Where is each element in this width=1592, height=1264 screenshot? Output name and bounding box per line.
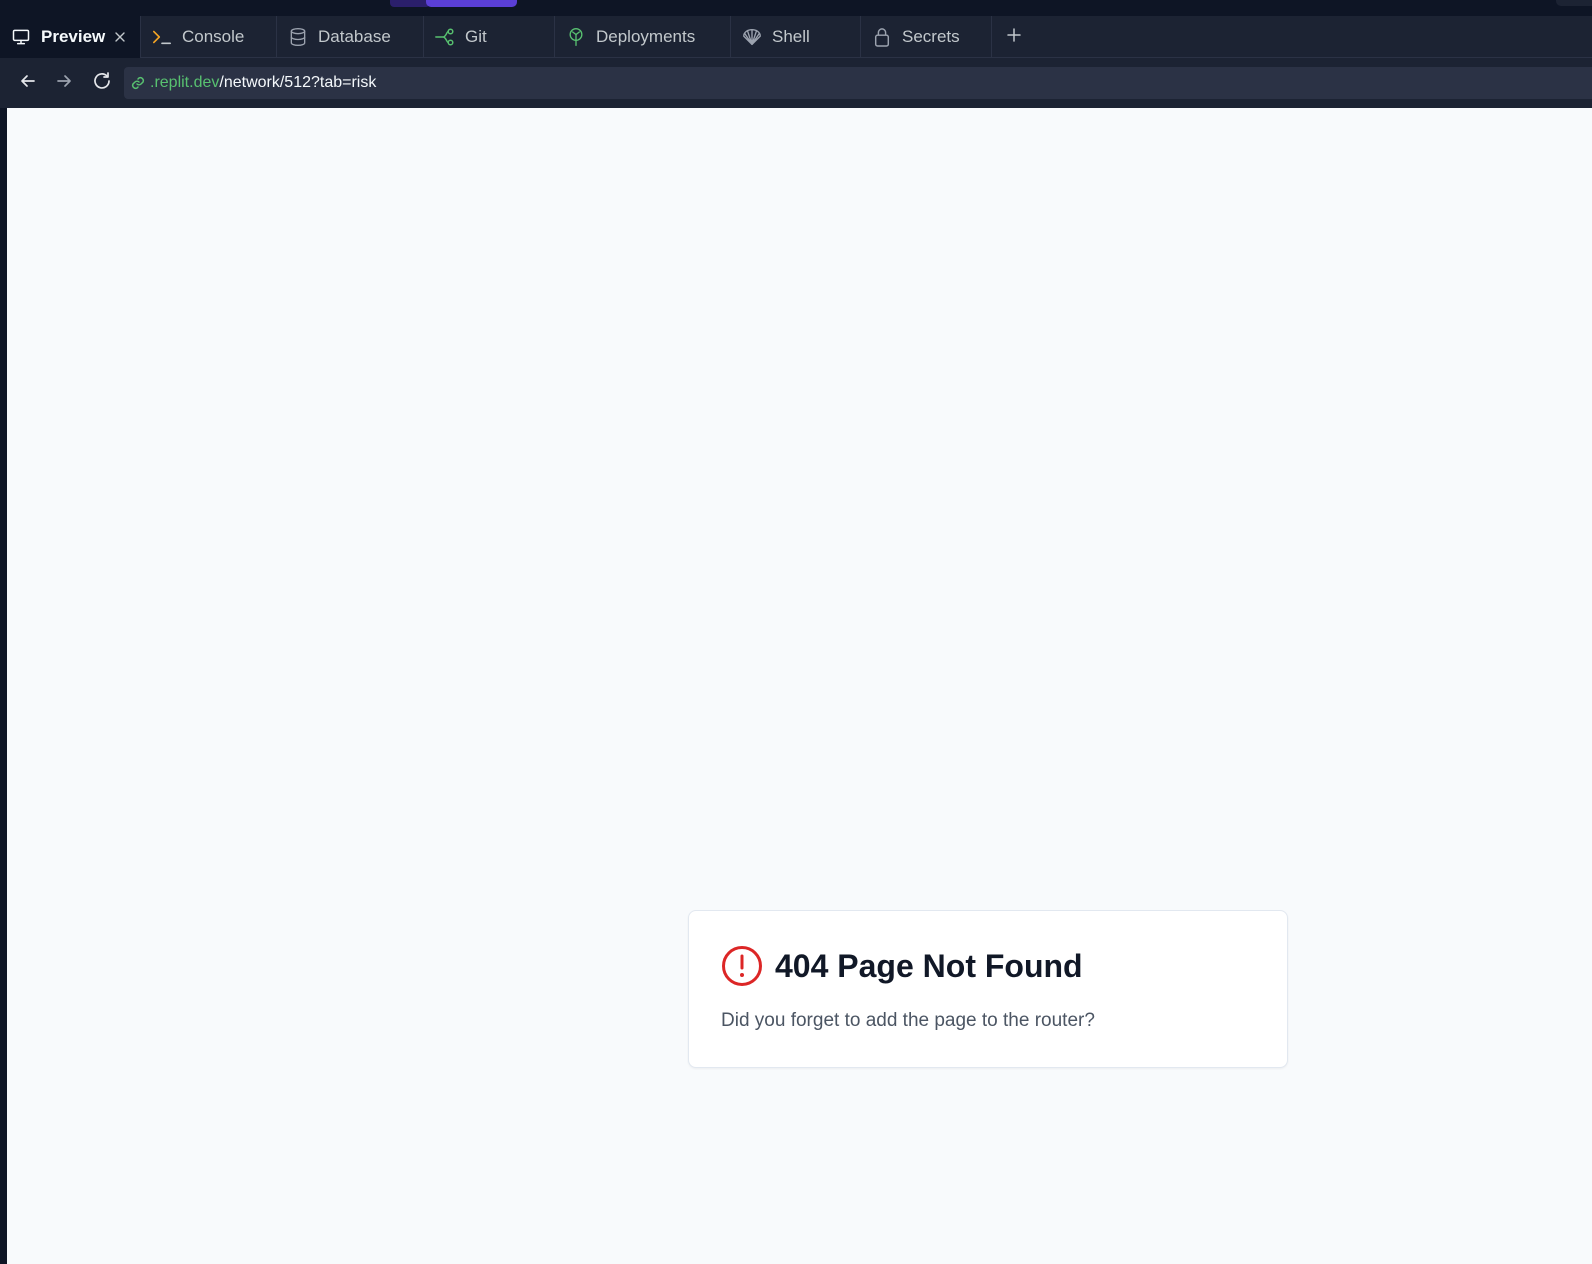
tab-console[interactable]: Console (141, 16, 277, 58)
link-icon (130, 75, 146, 91)
git-branch-icon (434, 26, 456, 48)
lock-icon (871, 26, 893, 48)
tab-shell[interactable]: Shell (731, 16, 861, 58)
arrow-right-icon (55, 72, 73, 95)
top-indicator-shadow (390, 0, 430, 7)
monitor-icon (10, 26, 32, 48)
preview-viewport: 404 Page Not Found Did you forget to add… (7, 108, 1592, 1264)
tab-label: Git (465, 27, 487, 46)
plus-icon (1006, 27, 1022, 48)
tab-deployments[interactable]: Deployments (555, 16, 731, 58)
url-host: .replit.dev (150, 74, 220, 91)
back-button[interactable] (10, 65, 46, 101)
top-indicator[interactable] (426, 0, 517, 7)
tab-label: Shell (772, 27, 810, 46)
deployments-icon (565, 26, 587, 48)
error-message: Did you forget to add the page to the ro… (721, 1010, 1095, 1031)
url-path: /network/512?tab=risk (219, 74, 377, 91)
terminal-icon (151, 26, 173, 48)
reload-button[interactable] (84, 65, 120, 101)
window-top-strip (0, 0, 1592, 16)
tab-label: Deployments (596, 27, 696, 46)
arrow-left-icon (19, 72, 37, 95)
tab-secrets[interactable]: Secrets (861, 16, 992, 58)
top-corner-control (1556, 0, 1592, 6)
tab-label: Secrets (902, 27, 960, 46)
tab-database[interactable]: Database (277, 16, 424, 58)
alert-circle-icon (721, 945, 763, 987)
database-icon (287, 26, 309, 48)
tab-label: Preview (41, 27, 106, 46)
reload-icon (92, 71, 112, 96)
not-found-card: 404 Page Not Found Did you forget to add… (688, 910, 1288, 1068)
error-title: 404 Page Not Found (775, 948, 1083, 984)
forward-button[interactable] (46, 65, 82, 101)
tab-label: Console (182, 27, 245, 46)
tab-preview[interactable]: Preview (0, 16, 141, 58)
add-tab-button[interactable] (992, 16, 1036, 58)
url-bar[interactable]: .replit.dev/network/512?tab=risk (124, 67, 1592, 99)
close-icon[interactable] (110, 27, 130, 47)
left-pane-edge (0, 108, 7, 1264)
tab-label: Database (318, 27, 391, 46)
preview-nav-bar: .replit.dev/network/512?tab=risk (0, 58, 1592, 108)
shell-icon (741, 26, 763, 48)
pane-tab-bar: Preview Console Database Git Deployments… (0, 16, 1592, 58)
tab-git[interactable]: Git (424, 16, 555, 58)
